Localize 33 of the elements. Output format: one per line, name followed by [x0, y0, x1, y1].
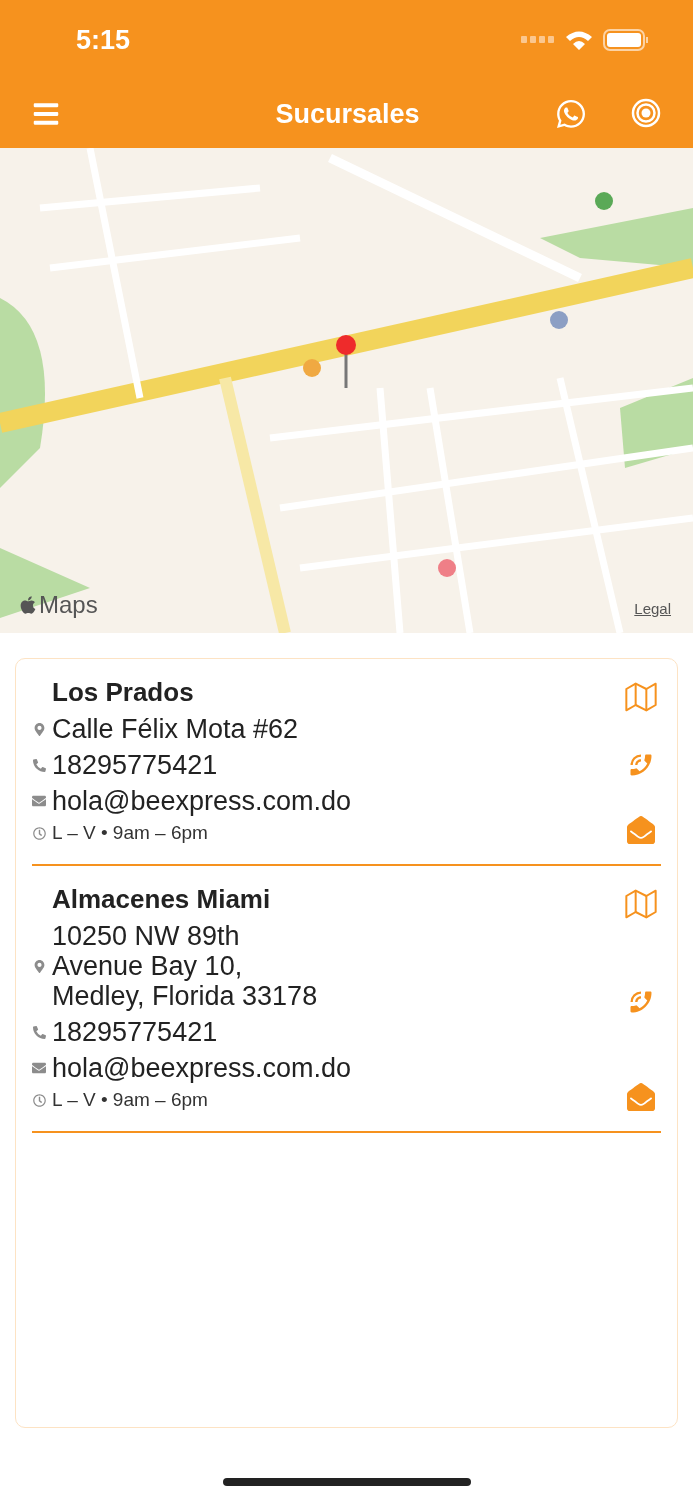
map-icon[interactable]: [625, 888, 657, 920]
legal-link[interactable]: Legal: [634, 600, 671, 617]
wifi-icon: [565, 29, 593, 51]
branch-hours: L – V • 9am – 6pm: [52, 822, 208, 844]
status-time: 5:15: [76, 24, 131, 56]
signal-icon: [521, 36, 555, 44]
location-pin-icon: [32, 959, 46, 973]
target-icon[interactable]: [631, 98, 661, 130]
branch-email: hola@beexpress.com.do: [52, 1053, 352, 1083]
screen-title: Sucursales: [274, 98, 421, 130]
phone-icon: [32, 758, 46, 772]
branch-address: 10250 NW 89th Avenue Bay 10, Medley, Florida 33178: [52, 921, 318, 1011]
branch-name: Almacenes Miami: [52, 884, 272, 915]
map-logo: Maps: [39, 591, 98, 619]
branch-phone: 18295775421: [52, 750, 218, 780]
map-icon[interactable]: [625, 681, 657, 713]
branch-name: Los Prados: [52, 677, 195, 708]
open-envelope-icon[interactable]: [627, 1083, 655, 1111]
clock-icon: [32, 826, 46, 840]
clock-icon: [32, 1093, 46, 1107]
branch-phone: 18295775421: [52, 1017, 218, 1047]
branch-email: hola@beexpress.com.do: [52, 786, 352, 816]
mail-icon: [32, 794, 46, 808]
apple-icon: [18, 595, 38, 615]
branch-hours: L – V • 9am – 6pm: [52, 1089, 208, 1111]
phone-icon: [32, 1025, 46, 1039]
mail-icon: [32, 1061, 46, 1075]
open-envelope-icon[interactable]: [627, 816, 655, 844]
menu-icon[interactable]: [32, 100, 60, 128]
branch-address: Calle Félix Mota #62: [52, 714, 299, 744]
chat-bubble-phone-icon[interactable]: [555, 98, 587, 130]
battery-icon: [603, 29, 649, 51]
location-pin-icon: [32, 722, 46, 736]
